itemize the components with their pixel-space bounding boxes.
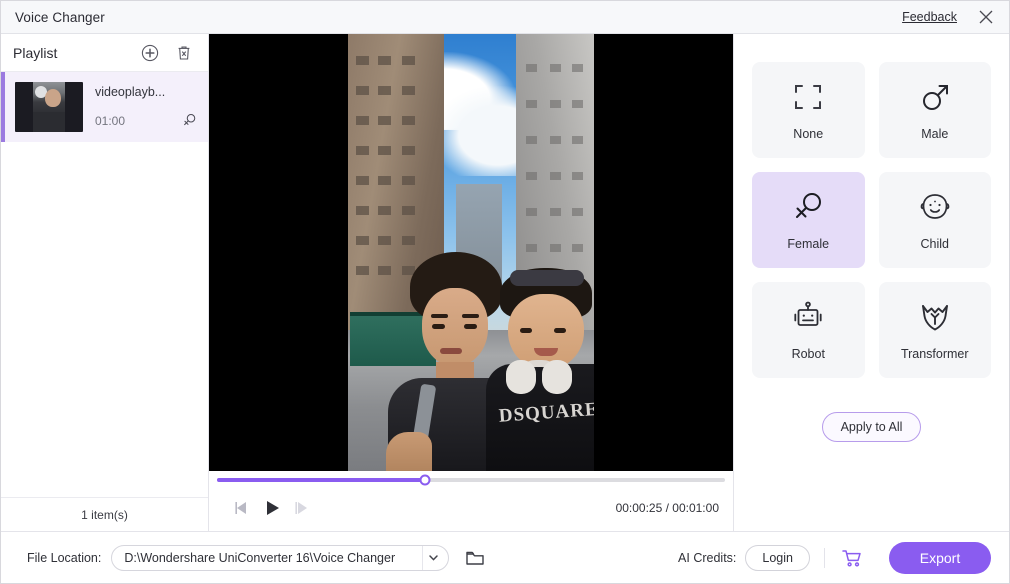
file-location-value: D:\Wondershare UniConverter 16\Voice Cha… bbox=[124, 550, 396, 565]
close-icon[interactable] bbox=[975, 6, 997, 28]
list-item-meta: videoplayb... 01:00 bbox=[83, 85, 198, 130]
effect-tile-transformer[interactable]: Transformer bbox=[878, 282, 991, 378]
title-bar-actions: Feedback bbox=[902, 6, 997, 28]
voice-changer-window: Voice Changer Feedback Playlist videopla… bbox=[0, 0, 1010, 584]
transformer-icon bbox=[918, 300, 952, 339]
play-icon[interactable] bbox=[257, 493, 287, 523]
list-item-name: videoplayb... bbox=[95, 84, 166, 99]
playlist-header-actions bbox=[140, 43, 194, 63]
effect-tile-robot[interactable]: Robot bbox=[752, 282, 865, 378]
effect-grid: None Male Female Child Robot Transformer bbox=[752, 62, 991, 378]
login-button[interactable]: Login bbox=[745, 544, 810, 571]
effect-label: Child bbox=[920, 236, 950, 251]
video-frame: DSQUARED bbox=[348, 34, 594, 471]
robot-icon bbox=[791, 300, 825, 339]
file-location-label: File Location: bbox=[27, 550, 102, 565]
footer-bar: File Location: D:\Wondershare UniConvert… bbox=[1, 531, 1009, 583]
export-button[interactable]: Export bbox=[889, 541, 991, 574]
list-item[interactable]: videoplayb... 01:00 bbox=[1, 72, 208, 142]
baby-face-icon bbox=[918, 190, 952, 229]
title-bar: Voice Changer Feedback bbox=[1, 1, 1009, 34]
playlist-items: videoplayb... 01:00 bbox=[1, 72, 208, 497]
timeline-progress bbox=[217, 478, 426, 482]
list-item-sub: 01:00 bbox=[95, 112, 198, 130]
effect-tile-child[interactable]: Child bbox=[878, 172, 991, 268]
effect-tile-male[interactable]: Male bbox=[878, 62, 991, 158]
effect-tile-none[interactable]: None bbox=[752, 62, 865, 158]
video-preview[interactable]: DSQUARED bbox=[209, 34, 733, 471]
female-symbol-icon bbox=[791, 190, 825, 229]
circle-plus-icon[interactable] bbox=[140, 43, 160, 63]
person-right: DSQUARED bbox=[486, 268, 594, 471]
folder-icon[interactable] bbox=[463, 546, 487, 570]
effect-label: Female bbox=[787, 236, 830, 251]
player-controls: 00:00:25 / 00:01:00 bbox=[209, 489, 733, 531]
effect-label: None bbox=[793, 126, 824, 141]
scrubber-row bbox=[209, 471, 733, 489]
preview-panel: DSQUARED 00:00:25 / 00:01:00 bbox=[209, 34, 734, 531]
playlist-header: Playlist bbox=[1, 34, 208, 72]
male-symbol-icon bbox=[918, 80, 952, 119]
shirt-text: DSQUARED bbox=[498, 397, 594, 427]
effect-label: Robot bbox=[791, 346, 825, 361]
chevron-down-icon[interactable] bbox=[422, 545, 444, 570]
trash-x-icon[interactable] bbox=[174, 43, 194, 63]
previous-frame-icon[interactable] bbox=[227, 493, 257, 523]
next-frame-icon[interactable] bbox=[287, 493, 317, 523]
shopping-cart-icon[interactable] bbox=[839, 545, 865, 571]
timeline-scrubber[interactable] bbox=[217, 474, 725, 486]
video-thumbnail bbox=[15, 82, 83, 132]
playlist-item-count: 1 item(s) bbox=[1, 497, 208, 531]
main-body: Playlist videoplayb... 01:00 1 item(s) D… bbox=[1, 34, 1009, 531]
timecode: 00:00:25 / 00:01:00 bbox=[615, 501, 719, 515]
playlist-title: Playlist bbox=[13, 44, 58, 61]
feedback-link[interactable]: Feedback bbox=[902, 10, 957, 24]
file-location-field[interactable]: D:\Wondershare UniConverter 16\Voice Cha… bbox=[111, 544, 450, 571]
female-symbol-icon bbox=[180, 112, 198, 130]
divider bbox=[824, 547, 825, 568]
effect-label: Male bbox=[921, 126, 949, 141]
apply-row: Apply to All bbox=[752, 412, 991, 442]
list-item-duration: 01:00 bbox=[95, 113, 126, 128]
ai-credits-label: AI Credits: bbox=[678, 550, 737, 565]
effect-tile-female[interactable]: Female bbox=[752, 172, 865, 268]
effects-panel: None Male Female Child Robot Transformer… bbox=[734, 34, 1009, 531]
apply-to-all-button[interactable]: Apply to All bbox=[821, 412, 922, 442]
playlist-panel: Playlist videoplayb... 01:00 1 item(s) bbox=[1, 34, 209, 531]
effect-label: Transformer bbox=[900, 346, 969, 361]
timeline-handle[interactable] bbox=[419, 474, 431, 486]
crop-frame-icon bbox=[791, 80, 825, 119]
window-title: Voice Changer bbox=[15, 9, 105, 25]
footer-actions: AI Credits: Login Export bbox=[678, 541, 991, 574]
